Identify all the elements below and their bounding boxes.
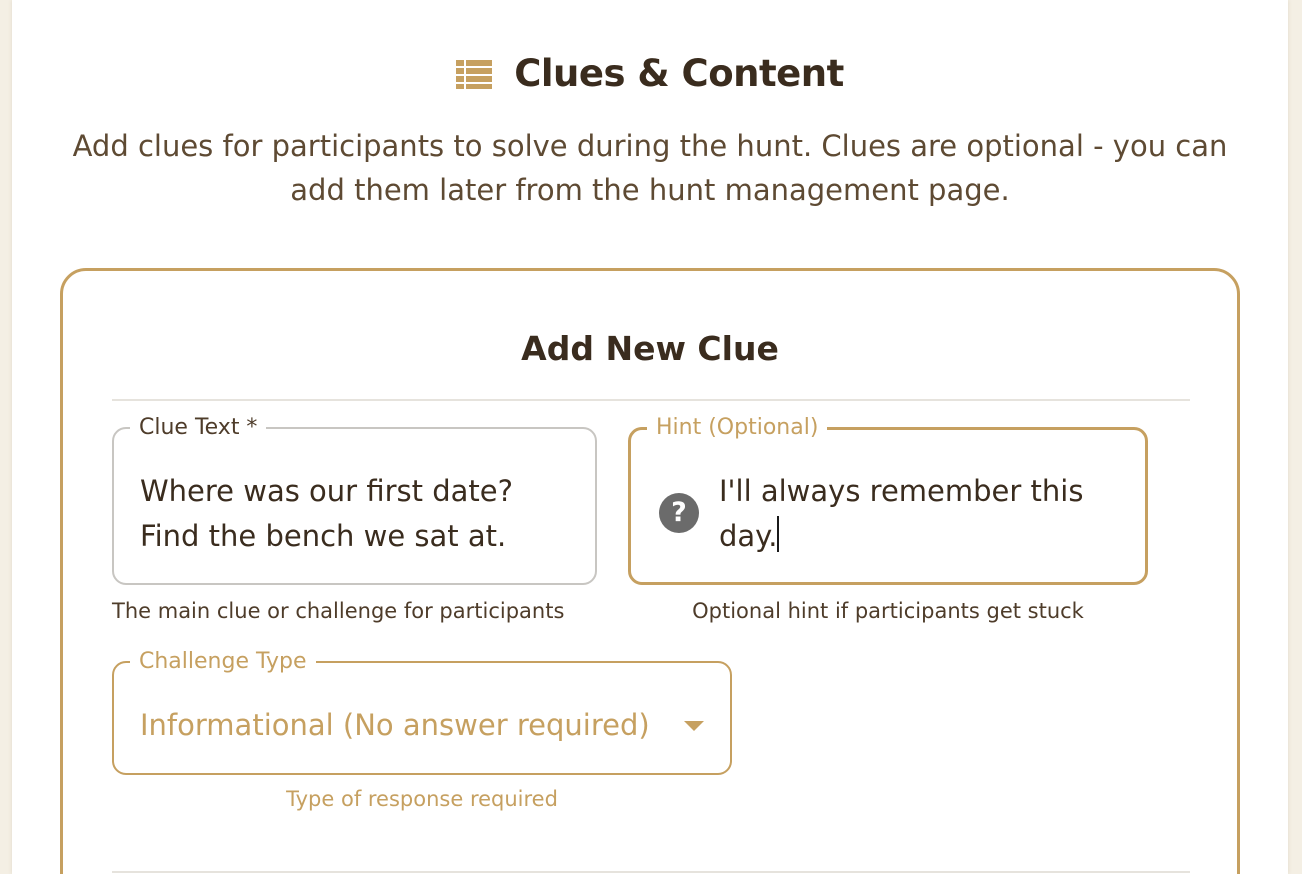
help-icon: ? bbox=[659, 493, 699, 533]
challenge-type-helper: Type of response required bbox=[286, 787, 558, 811]
challenge-type-label: Challenge Type bbox=[139, 649, 307, 674]
hint-input-text: I'll always remember this day. bbox=[719, 474, 1093, 553]
clue-text-input[interactable]: Where was our first date? Find the bench… bbox=[140, 469, 580, 559]
page-description: Add clues for participants to solve duri… bbox=[72, 129, 1228, 207]
challenge-type-select[interactable]: Challenge Type Informational (No answer … bbox=[112, 651, 732, 775]
text-caret bbox=[777, 516, 780, 552]
divider bbox=[112, 871, 1190, 873]
list-icon bbox=[456, 59, 493, 89]
clue-text-field[interactable]: Clue Text * Where was our first date? Fi… bbox=[112, 417, 597, 585]
section-header: Clues & Content bbox=[12, 52, 1288, 95]
hint-field[interactable]: Hint (Optional) ? I'll always remember t… bbox=[628, 417, 1148, 585]
hint-label: Hint (Optional) bbox=[656, 415, 819, 440]
add-clue-title: Add New Clue bbox=[521, 329, 779, 368]
dropdown-arrow-icon[interactable] bbox=[684, 721, 704, 731]
hint-input[interactable]: I'll always remember this day. bbox=[719, 469, 1119, 559]
page-title: Clues & Content bbox=[514, 52, 844, 95]
clue-text-label: Clue Text * bbox=[139, 415, 258, 440]
clue-text-helper: The main clue or challenge for participa… bbox=[112, 599, 565, 623]
add-clue-card: Add New Clue Clue Text * Where was our f… bbox=[60, 268, 1240, 874]
divider bbox=[112, 399, 1190, 401]
challenge-type-value: Informational (No answer required) bbox=[140, 708, 650, 742]
page-card: Clues & Content Add clues for participan… bbox=[12, 0, 1288, 874]
hint-helper: Optional hint if participants get stuck bbox=[692, 599, 1084, 623]
